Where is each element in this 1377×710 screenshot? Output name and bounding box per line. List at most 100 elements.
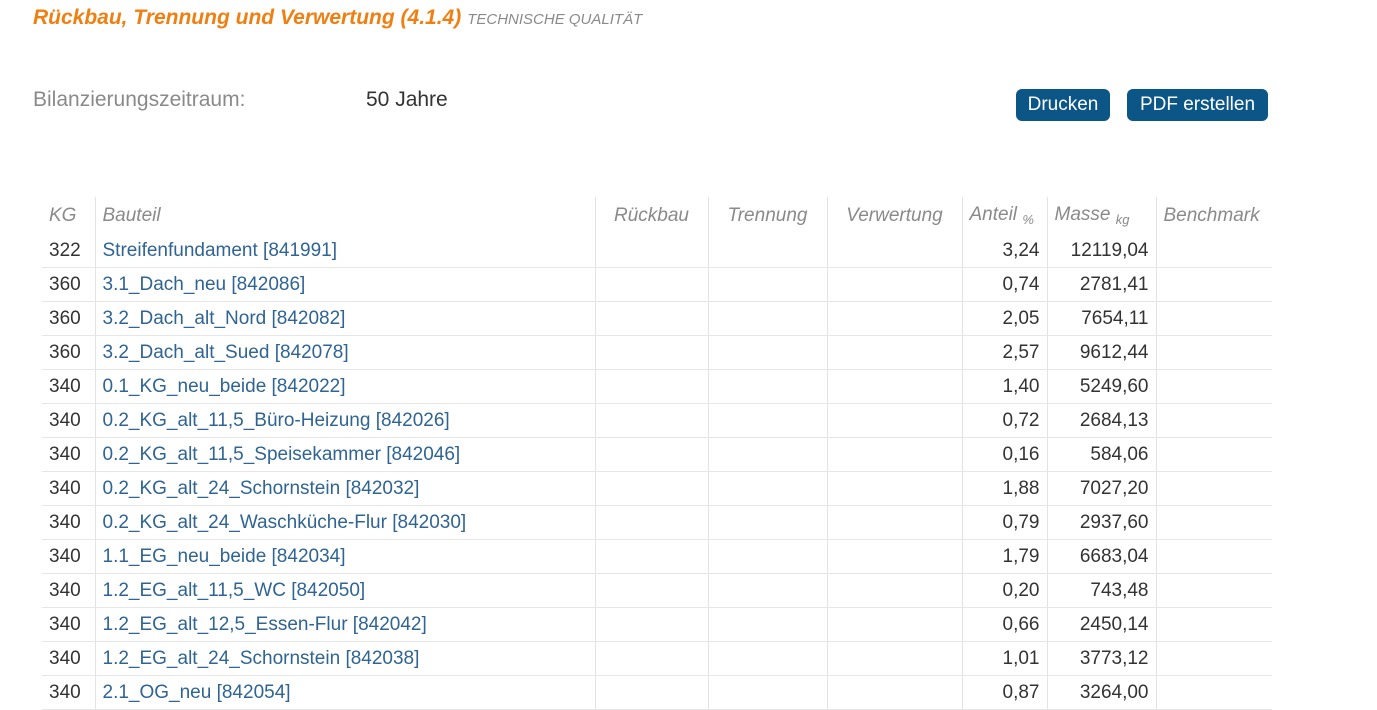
header-rueckbau: Rückbau xyxy=(594,197,708,234)
bauteil-link[interactable]: 0.2_KG_alt_24_Waschküche-Flur [842030] xyxy=(103,512,467,533)
bauteil-link[interactable]: 1.2_EG_alt_11,5_WC [842050] xyxy=(103,580,366,601)
cell-anteil: 1,40 xyxy=(961,369,1047,404)
cell-anteil: 0,74 xyxy=(961,267,1047,302)
bauteil-link[interactable]: 0.2_KG_alt_11,5_Speisekammer [842046] xyxy=(103,444,461,465)
cell-verwertung xyxy=(826,607,962,642)
cell-rueckbau xyxy=(594,471,708,506)
cell-verwertung xyxy=(826,234,962,268)
table-row: 340 1.1_EG_neu_beide [842034] 1,79 6683,04 xyxy=(42,539,1272,574)
cell-trennung xyxy=(707,607,827,642)
cell-benchmark xyxy=(1155,403,1272,438)
cell-rueckbau xyxy=(594,267,708,302)
cell-masse: 9612,44 xyxy=(1046,335,1156,370)
table-row: 340 1.2_EG_alt_11,5_WC [842050] 0,20 743,48 xyxy=(42,573,1272,608)
cell-masse: 7027,20 xyxy=(1046,471,1156,506)
cell-verwertung xyxy=(826,641,962,676)
bauteil-link[interactable]: 0.2_KG_alt_11,5_Büro-Heizung [842026] xyxy=(103,410,450,431)
cell-kg: 322 xyxy=(42,234,95,268)
cell-trennung xyxy=(707,505,827,540)
cell-benchmark xyxy=(1155,234,1272,268)
cell-rueckbau xyxy=(594,641,708,676)
cell-anteil: 2,57 xyxy=(961,335,1047,370)
cell-trennung xyxy=(707,437,827,472)
cell-anteil: 0,79 xyxy=(961,505,1047,540)
table-row: 340 0.1_KG_neu_beide [842022] 1,40 5249,60 xyxy=(42,369,1272,404)
table-row: 340 0.2_KG_alt_24_Waschküche-Flur [842030… xyxy=(42,505,1272,540)
cell-anteil: 1,88 xyxy=(961,471,1047,506)
cell-verwertung xyxy=(826,403,962,438)
cell-benchmark xyxy=(1155,471,1272,506)
cell-kg: 360 xyxy=(42,301,95,336)
cell-kg: 340 xyxy=(42,641,95,676)
bauteil-link[interactable]: 3.2_Dach_alt_Nord [842082] xyxy=(103,308,346,329)
components-table: KG Bauteil Rückbau Trennung Verwertung A… xyxy=(42,197,1272,710)
period-label: Bilanzierungszeitraum: xyxy=(33,88,246,111)
header-verwertung: Verwertung xyxy=(826,197,962,234)
table-row: 340 1.2_EG_alt_12,5_Essen-Flur [842042] 0,… xyxy=(42,607,1272,642)
cell-bauteil: 3.1_Dach_neu [842086] xyxy=(94,267,595,302)
table-row: 340 0.2_KG_alt_11,5_Büro-Heizung [842026]… xyxy=(42,403,1272,438)
bauteil-link[interactable]: 1.2_EG_alt_12,5_Essen-Flur [842042] xyxy=(103,614,427,635)
header-anteil-label: Anteil xyxy=(969,204,1018,225)
cell-trennung xyxy=(707,301,827,336)
cell-benchmark xyxy=(1155,573,1272,608)
bauteil-link[interactable]: 3.2_Dach_alt_Sued [842078] xyxy=(103,342,349,363)
components-table-container: KG Bauteil Rückbau Trennung Verwertung A… xyxy=(42,197,1272,710)
cell-kg: 340 xyxy=(42,403,95,438)
cell-benchmark xyxy=(1155,267,1272,302)
table-body: 322 Streifenfundament [841991] 3,24 12119,0… xyxy=(42,234,1272,710)
cell-verwertung xyxy=(826,505,962,540)
bauteil-link[interactable]: 1.2_EG_alt_24_Schornstein [842038] xyxy=(103,648,420,669)
cell-trennung xyxy=(707,403,827,438)
header-benchmark: Benchmark xyxy=(1155,197,1272,234)
print-button[interactable]: Drucken xyxy=(1016,89,1110,121)
cell-trennung xyxy=(707,641,827,676)
cell-kg: 340 xyxy=(42,369,95,404)
cell-verwertung xyxy=(826,335,962,370)
cell-kg: 360 xyxy=(42,335,95,370)
table-row: 340 1.2_EG_alt_24_Schornstein [842038] 1,0… xyxy=(42,641,1272,676)
table-header-row: KG Bauteil Rückbau Trennung Verwertung A… xyxy=(42,197,1272,234)
cell-masse: 584,06 xyxy=(1046,437,1156,472)
cell-masse: 743,48 xyxy=(1046,573,1156,608)
period-value: 50 Jahre xyxy=(366,88,448,111)
cell-verwertung xyxy=(826,369,962,404)
cell-bauteil: 3.2_Dach_alt_Nord [842082] xyxy=(94,301,595,336)
cell-masse: 7654,11 xyxy=(1046,301,1156,336)
bauteil-link[interactable]: 3.1_Dach_neu [842086] xyxy=(103,274,306,295)
cell-rueckbau xyxy=(594,505,708,540)
bauteil-link[interactable]: 0.1_KG_neu_beide [842022] xyxy=(103,376,346,397)
page-title: Rückbau, Trennung und Verwertung (4.1.4) xyxy=(33,6,462,29)
cell-masse: 2781,41 xyxy=(1046,267,1156,302)
cell-anteil: 1,79 xyxy=(961,539,1047,574)
cell-masse: 2450,14 xyxy=(1046,607,1156,642)
cell-anteil: 0,16 xyxy=(961,437,1047,472)
cell-benchmark xyxy=(1155,369,1272,404)
create-pdf-button[interactable]: PDF erstellen xyxy=(1127,89,1268,121)
bauteil-link[interactable]: 2.1_OG_neu [842054] xyxy=(103,682,291,703)
cell-trennung xyxy=(707,369,827,404)
bauteil-link[interactable]: 0.2_KG_alt_24_Schornstein [842032] xyxy=(103,478,420,499)
cell-masse: 2684,13 xyxy=(1046,403,1156,438)
cell-trennung xyxy=(707,471,827,506)
cell-bauteil: Streifenfundament [841991] xyxy=(94,234,595,268)
cell-benchmark xyxy=(1155,335,1272,370)
cell-bauteil: 0.2_KG_alt_24_Waschküche-Flur [842030] xyxy=(94,505,595,540)
cell-benchmark xyxy=(1155,641,1272,676)
cell-benchmark xyxy=(1155,437,1272,472)
cell-kg: 340 xyxy=(42,607,95,642)
cell-rueckbau xyxy=(594,573,708,608)
bauteil-link[interactable]: 1.1_EG_neu_beide [842034] xyxy=(103,546,346,567)
cell-benchmark xyxy=(1155,505,1272,540)
cell-rueckbau xyxy=(594,539,708,574)
cell-bauteil: 1.1_EG_neu_beide [842034] xyxy=(94,539,595,574)
bauteil-link[interactable]: Streifenfundament [841991] xyxy=(103,240,338,261)
cell-kg: 340 xyxy=(42,471,95,506)
table-row: 322 Streifenfundament [841991] 3,24 12119,0… xyxy=(42,234,1272,268)
cell-bauteil: 1.2_EG_alt_12,5_Essen-Flur [842042] xyxy=(94,607,595,642)
cell-rueckbau xyxy=(594,301,708,336)
cell-anteil: 0,72 xyxy=(961,403,1047,438)
header-trennung: Trennung xyxy=(707,197,827,234)
cell-kg: 340 xyxy=(42,539,95,574)
table-row: 360 3.1_Dach_neu [842086] 0,74 2781,41 xyxy=(42,267,1272,302)
